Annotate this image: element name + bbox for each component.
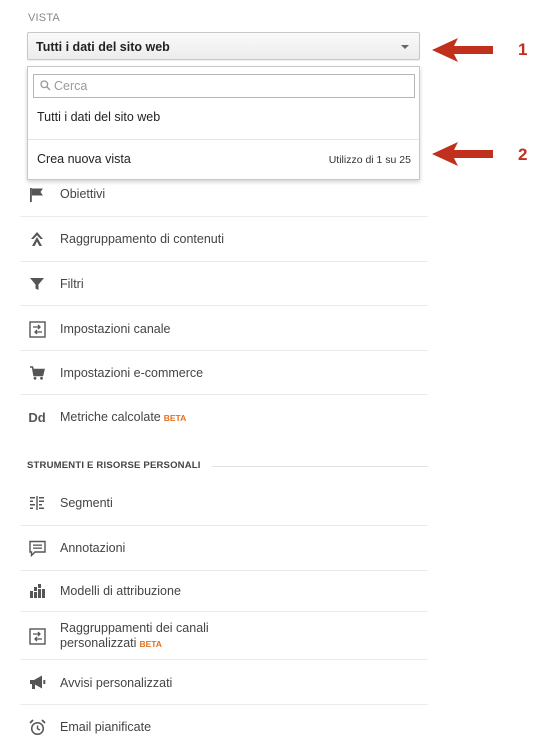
callout-arrow-2	[432, 142, 493, 166]
channel-groupings-icon	[28, 627, 46, 645]
menu-item-label: Modelli di attribuzione	[60, 584, 181, 598]
menu-item-label-line2: personalizzati	[60, 636, 137, 650]
search-box[interactable]	[33, 74, 415, 98]
view-usage-count: Utilizzo di 1 su 25	[328, 154, 411, 166]
alarm-clock-icon	[28, 718, 46, 736]
menu-item-annotazioni[interactable]: Annotazioni	[20, 526, 428, 571]
segments-icon	[28, 494, 46, 512]
menu-item-label: Impostazioni e-commerce	[60, 366, 204, 380]
menu-item-impostazioni-canale[interactable]: Impostazioni canale	[20, 306, 428, 351]
menu-item-label: Raggruppamento di contenuti	[60, 232, 225, 246]
menu-item-label: Avvisi personalizzati	[60, 676, 173, 690]
flag-icon	[28, 186, 46, 204]
annotation-icon	[28, 539, 46, 557]
menu-item-label: Obiettivi	[60, 187, 106, 201]
bar-chart-icon	[28, 582, 46, 600]
cart-icon	[28, 364, 46, 382]
menu-item-label-wrap: Metriche calcolate BETA	[60, 410, 186, 426]
menu-item-label: Annotazioni	[60, 541, 126, 555]
menu-item-label: Metriche calcolate	[60, 410, 161, 424]
menu-item-label-line1: Raggruppamenti dei canali	[60, 621, 209, 635]
beta-badge: BETA	[139, 639, 162, 649]
callout-arrow-1	[432, 38, 493, 62]
search-icon	[40, 80, 51, 91]
vista-label: VISTA	[28, 12, 60, 24]
view-selector-value: Tutti i dati del sito web	[36, 40, 170, 54]
menu-item-email-pianificate[interactable]: Email pianificate	[20, 705, 428, 743]
view-dropdown: Tutti i dati del sito web Crea nuova vis…	[27, 66, 420, 180]
channel-settings-icon	[28, 320, 46, 338]
menu-item-obiettivi[interactable]: Obiettivi	[20, 180, 428, 217]
dropdown-option-all-data[interactable]: Tutti i dati del sito web	[37, 110, 160, 124]
view-selector[interactable]: Tutti i dati del sito web	[27, 32, 420, 60]
megaphone-icon	[28, 673, 46, 691]
callout-number-1: 1	[518, 40, 528, 59]
callout-number-2: 2	[518, 145, 528, 164]
dd-icon: Dd	[28, 409, 46, 425]
chevron-down-icon	[401, 45, 409, 49]
dropdown-separator	[28, 139, 419, 140]
menu-item-filtri[interactable]: Filtri	[20, 262, 428, 306]
section-title-tools: STRUMENTI E RISORSE PERSONALI	[27, 460, 201, 471]
beta-badge: BETA	[163, 413, 187, 423]
menu-item-label: Email pianificate	[60, 720, 152, 734]
menu-item-impostazioni-ecommerce[interactable]: Impostazioni e-commerce	[20, 351, 428, 395]
section-divider	[212, 466, 428, 467]
menu-item-avvisi-personalizzati[interactable]: Avvisi personalizzati	[20, 660, 428, 705]
menu-item-label: Segmenti	[60, 496, 113, 510]
menu-item-label: Impostazioni canale	[60, 322, 171, 336]
menu-item-raggruppamento-contenuti[interactable]: Raggruppamento di contenuti	[20, 217, 428, 262]
menu-item-modelli-attribuzione[interactable]: Modelli di attribuzione	[20, 571, 428, 612]
content-grouping-icon	[28, 230, 46, 248]
menu-item-segmenti[interactable]: Segmenti	[20, 481, 428, 526]
menu-item-metriche-calcolate[interactable]: Dd Metriche calcolate BETA	[20, 395, 428, 441]
menu-item-raggruppamenti-canali[interactable]: Raggruppamenti dei canali personalizzati…	[20, 612, 428, 660]
menu-item-label-wrap: Raggruppamenti dei canali personalizzati…	[60, 621, 209, 652]
menu-item-label: Filtri	[60, 277, 84, 291]
filter-icon	[28, 275, 46, 293]
create-view-button[interactable]: Crea nuova vista	[37, 152, 131, 166]
search-input[interactable]	[54, 77, 404, 95]
